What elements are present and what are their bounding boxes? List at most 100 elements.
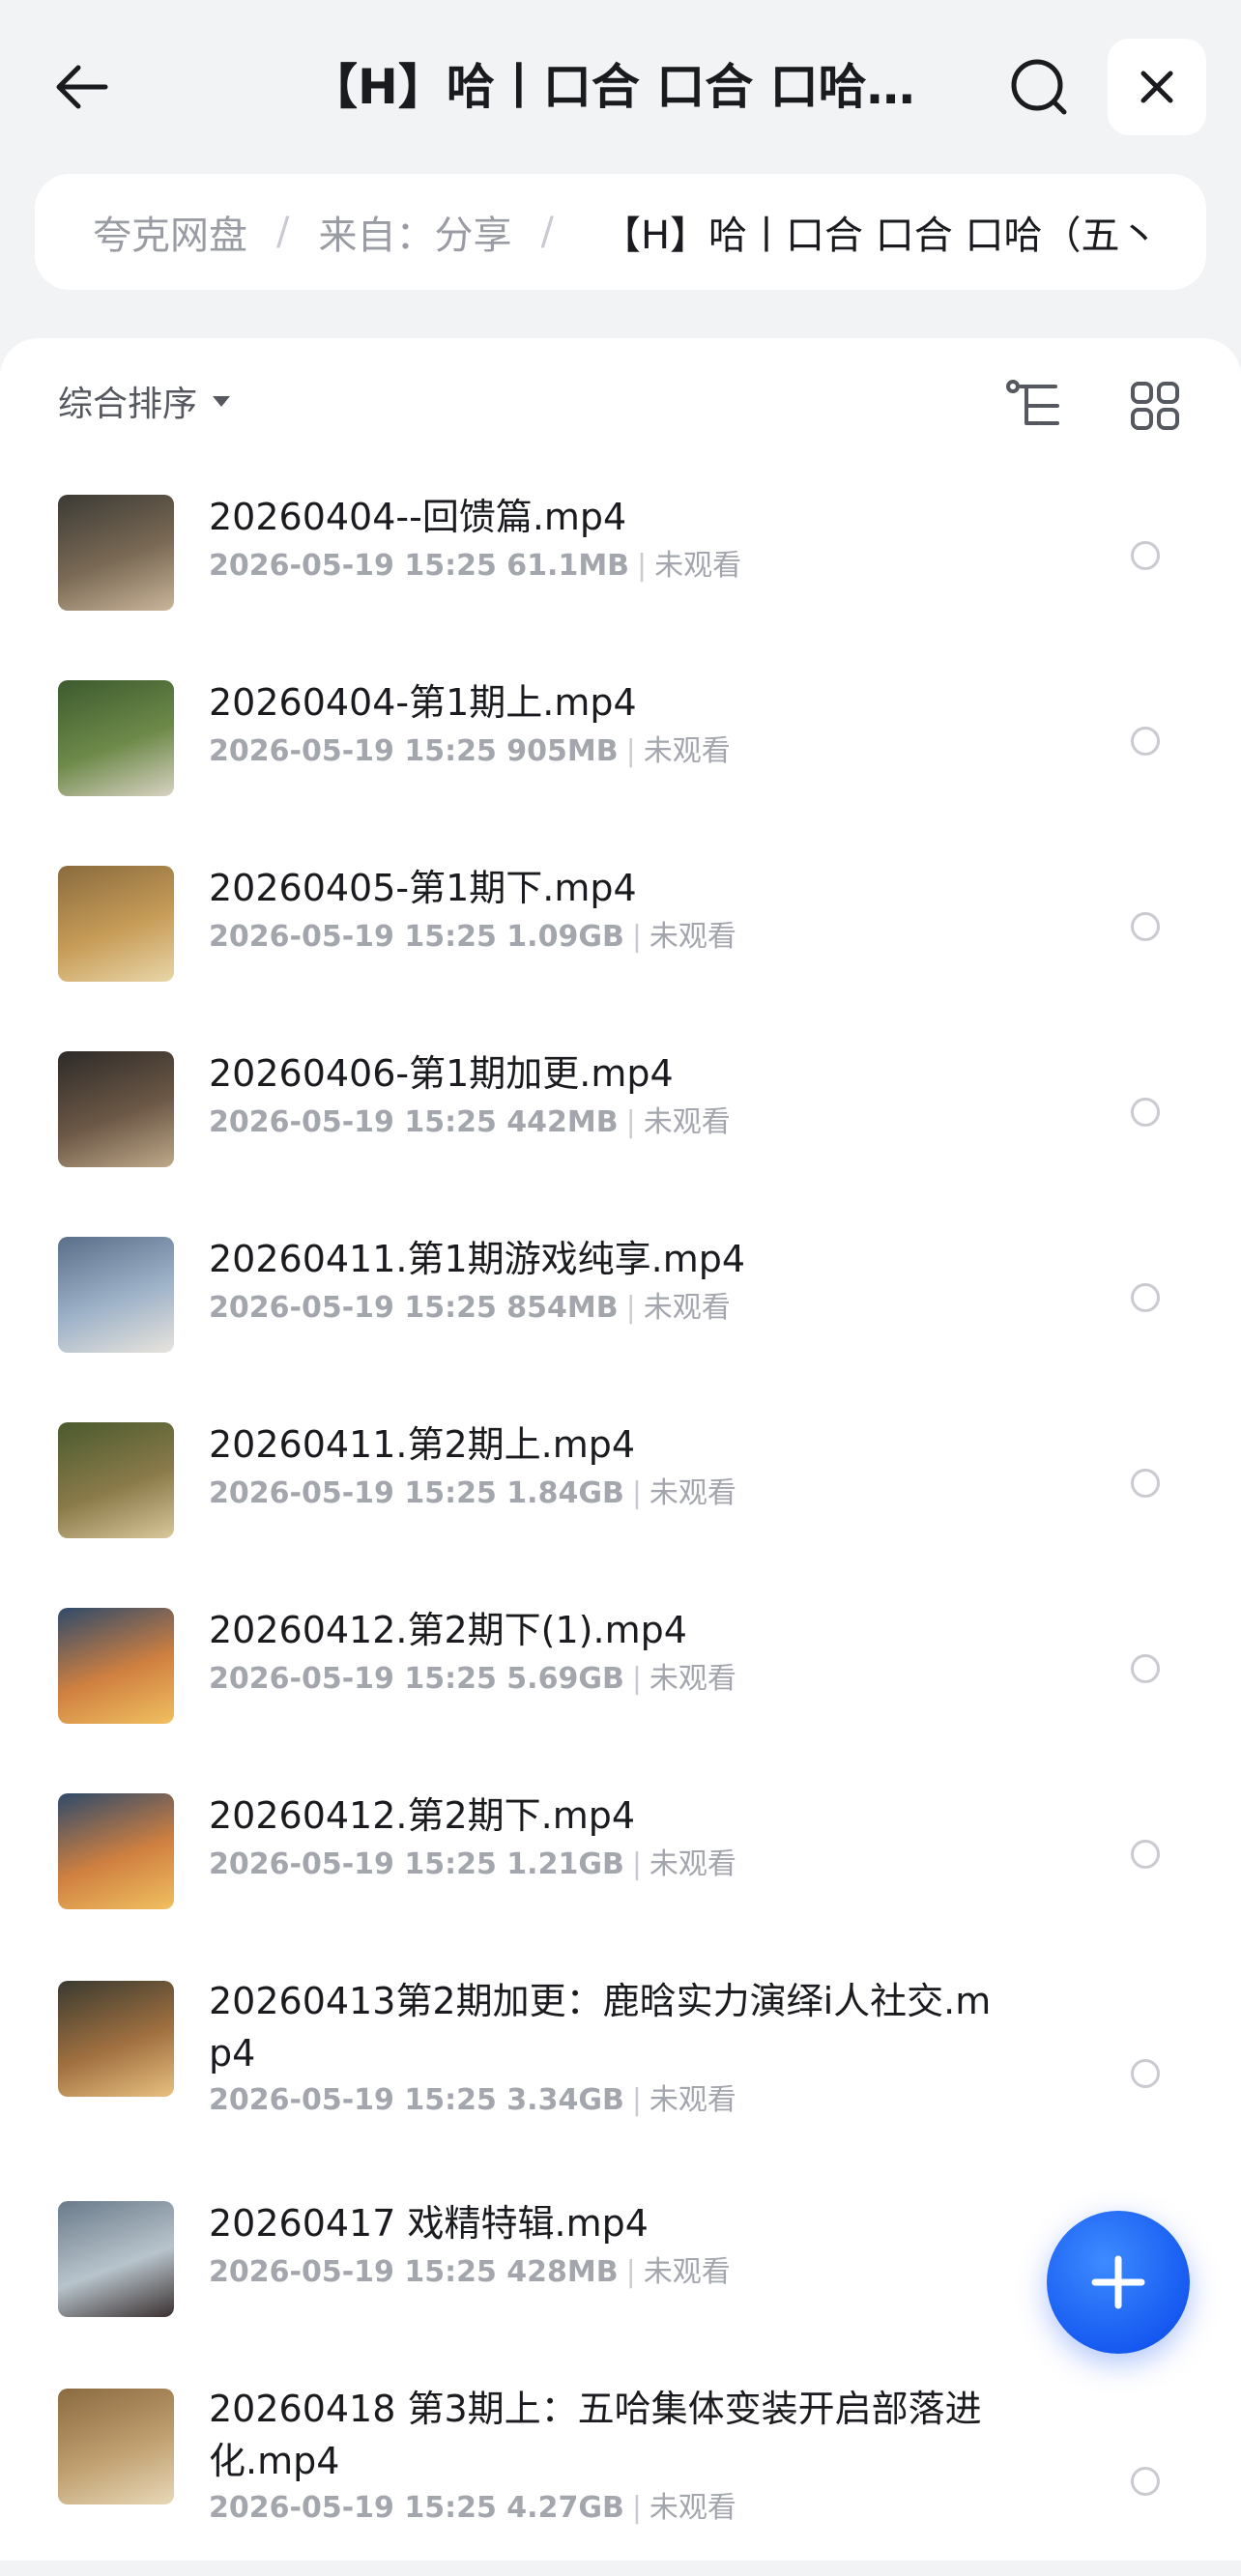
breadcrumb-current-folder: 【H】哈丨口合 口合 口哈（五丶	[601, 214, 1159, 258]
file-row[interactable]: 20260404-第1期上.mp4 2026-05-19 15:25 905MB |…	[0, 676, 1241, 802]
file-size: 428MB	[506, 2255, 619, 2289]
list-toolbar: 综合排序	[0, 338, 1241, 464]
file-size: 1.84GB	[506, 1476, 624, 1510]
file-row[interactable]: 20260406-第1期加更.mp4 2026-05-19 15:25 442MB…	[0, 1047, 1241, 1173]
file-row[interactable]: 20260411.第2期上.mp4 2026-05-19 15:25 1.84GB…	[0, 1418, 1241, 1544]
file-name: 20260417 戏精特辑.mp4	[209, 2202, 649, 2245]
file-row[interactable]: 20260411.第1期游戏纯享.mp4 2026-05-19 15:25 854…	[0, 1233, 1241, 1359]
breadcrumb-separator: /	[540, 210, 554, 254]
meta-divider: |	[625, 734, 636, 768]
meta-divider: |	[637, 549, 648, 583]
file-meta: 2026-05-19 15:25 3.34GB | 未观看	[209, 2081, 736, 2120]
file-meta: 2026-05-19 15:25 854MB | 未观看	[209, 1289, 731, 1328]
video-thumbnail	[58, 1793, 174, 1909]
file-meta: 2026-05-19 15:25 442MB | 未观看	[209, 1103, 731, 1142]
file-size: 854MB	[506, 1291, 619, 1325]
meta-divider: |	[631, 1662, 642, 1696]
folder-tree-icon	[1006, 380, 1059, 425]
file-row[interactable]: 20260412.第2期下.mp4 2026-05-19 15:25 1.21GB…	[0, 1789, 1241, 1915]
meta-divider: |	[631, 2491, 642, 2525]
arrow-left-icon	[56, 65, 108, 109]
file-row[interactable]: 20260412.第2期下(1).mp4 2026-05-19 15:25 5.6…	[0, 1604, 1241, 1730]
back-button[interactable]	[39, 43, 126, 130]
file-name: 20260404-第1期上.mp4	[209, 681, 637, 724]
breadcrumb-item-shared[interactable]: 来自：分享	[318, 204, 511, 260]
select-radio[interactable]	[1131, 727, 1160, 756]
file-size: 1.09GB	[506, 920, 624, 954]
file-meta: 2026-05-19 15:25 905MB | 未观看	[209, 732, 731, 771]
file-meta: 2026-05-19 15:25 1.84GB | 未观看	[209, 1474, 736, 1513]
file-row[interactable]: 20260413第2期加更：鹿晗实力演绎i人社交.mp4 2026-05-19 1…	[0, 1975, 1241, 2168]
select-radio[interactable]	[1131, 912, 1160, 941]
meta-divider: |	[631, 920, 642, 954]
watch-status: 未观看	[649, 1476, 736, 1510]
grid-view-icon	[1131, 382, 1179, 430]
file-meta: 2026-05-19 15:25 1.21GB | 未观看	[209, 1846, 736, 1884]
file-name: 20260413第2期加更：鹿晗实力演绎i人社交.mp4	[209, 1980, 992, 2075]
search-button[interactable]	[996, 43, 1082, 130]
watch-status: 未观看	[643, 2255, 731, 2289]
video-thumbnail	[58, 866, 174, 982]
breadcrumb: 夸克网盘 / 来自：分享 / 【H】哈丨口合 口合 口哈（五丶	[35, 174, 1206, 290]
file-row[interactable]: 20260405-第1期下.mp4 2026-05-19 15:25 1.09GB…	[0, 862, 1241, 987]
select-radio[interactable]	[1131, 541, 1160, 570]
video-thumbnail	[58, 2201, 174, 2317]
caret-down-icon	[213, 395, 231, 407]
file-date: 2026-05-19 15:25	[209, 549, 497, 583]
folder-tree-button[interactable]	[1000, 372, 1068, 440]
add-button[interactable]	[1047, 2211, 1190, 2354]
file-name: 20260404--回馈篇.mp4	[209, 496, 627, 538]
watch-status: 未观看	[649, 2083, 736, 2117]
select-radio[interactable]	[1131, 1840, 1160, 1869]
breadcrumb-item-quark-drive[interactable]: 夸克网盘	[93, 204, 247, 260]
file-meta: 2026-05-19 15:25 5.69GB | 未观看	[209, 1660, 736, 1699]
video-thumbnail	[58, 2389, 174, 2504]
file-size: 442MB	[506, 1105, 619, 1139]
file-size: 3.34GB	[506, 2083, 624, 2117]
sort-dropdown[interactable]: 综合排序	[58, 367, 231, 435]
file-name: 20260411.第2期上.mp4	[209, 1423, 636, 1466]
file-date: 2026-05-19 15:25	[209, 1662, 497, 1696]
file-panel: 综合排序 20260404--回馈篇.mp4 2026-05-19 15:25 6…	[0, 338, 1241, 2561]
close-button[interactable]	[1108, 39, 1206, 135]
video-thumbnail	[58, 1981, 174, 2097]
page-title: 【H】哈丨口合 口合 口哈（...	[309, 59, 947, 115]
select-radio[interactable]	[1131, 1283, 1160, 1312]
meta-divider: |	[625, 1291, 636, 1325]
file-name: 20260406-第1期加更.mp4	[209, 1052, 674, 1095]
file-name: 20260405-第1期下.mp4	[209, 867, 637, 909]
file-meta: 2026-05-19 15:25 428MB | 未观看	[209, 2253, 731, 2292]
select-radio[interactable]	[1131, 1654, 1160, 1683]
file-date: 2026-05-19 15:25	[209, 2255, 497, 2289]
grid-view-button[interactable]	[1121, 372, 1189, 440]
video-thumbnail	[58, 495, 174, 611]
file-row[interactable]: 20260404--回馈篇.mp4 2026-05-19 15:25 61.1MB…	[0, 491, 1241, 616]
file-name: 20260411.第1期游戏纯享.mp4	[209, 1238, 746, 1280]
file-date: 2026-05-19 15:25	[209, 1847, 497, 1881]
meta-divider: |	[631, 2083, 642, 2117]
watch-status: 未观看	[643, 734, 731, 768]
file-date: 2026-05-19 15:25	[209, 2491, 497, 2525]
watch-status: 未观看	[649, 920, 736, 954]
file-row[interactable]: 20260418 第3期上：五哈集体变装开启部落进化.mp4 2026-05-19…	[0, 2383, 1241, 2576]
select-radio[interactable]	[1131, 1098, 1160, 1127]
meta-divider: |	[631, 1476, 642, 1510]
select-radio[interactable]	[1131, 2059, 1160, 2088]
file-date: 2026-05-19 15:25	[209, 734, 497, 768]
select-radio[interactable]	[1131, 2467, 1160, 2496]
plus-icon	[1091, 2255, 1145, 2309]
file-date: 2026-05-19 15:25	[209, 2083, 497, 2117]
watch-status: 未观看	[654, 549, 742, 583]
file-size: 61.1MB	[506, 549, 630, 583]
close-icon	[1140, 71, 1173, 103]
meta-divider: |	[631, 1847, 642, 1881]
file-meta: 2026-05-19 15:25 61.1MB | 未观看	[209, 547, 741, 586]
watch-status: 未观看	[643, 1291, 731, 1325]
select-radio[interactable]	[1131, 1469, 1160, 1498]
file-meta: 2026-05-19 15:25 4.27GB | 未观看	[209, 2489, 736, 2528]
file-meta: 2026-05-19 15:25 1.09GB | 未观看	[209, 918, 736, 957]
meta-divider: |	[625, 2255, 636, 2289]
video-thumbnail	[58, 680, 174, 796]
meta-divider: |	[625, 1105, 636, 1139]
file-name: 20260418 第3期上：五哈集体变装开启部落进化.mp4	[209, 2388, 982, 2482]
